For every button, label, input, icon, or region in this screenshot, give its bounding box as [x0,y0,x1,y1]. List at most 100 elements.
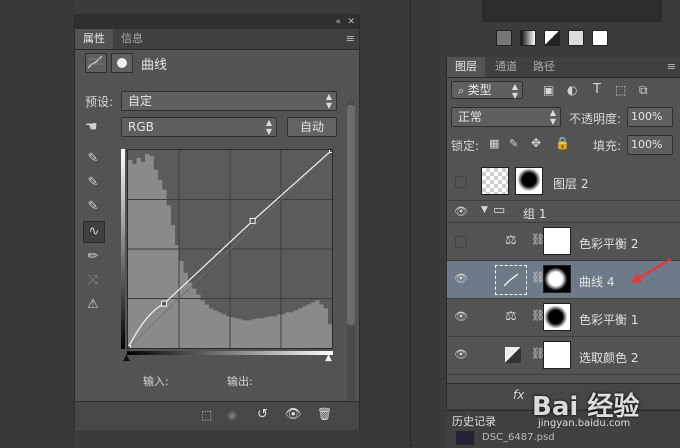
folder-icon: ▭ [493,203,506,218]
lock-transparent-icon[interactable]: ▦ [489,137,499,150]
layer-name: 色彩平衡 2 [579,237,639,251]
layer-row-selected[interactable]: 👁 ⛓ 曲线 4 [447,258,680,299]
lock-label: 锁定: [451,139,480,153]
layer-mask-thumbnail [543,227,571,255]
layer-row[interactable]: 👁 ⛓ 选取颜色 2 [447,337,680,375]
filter-adjustment-icon[interactable]: ◐ [567,83,577,97]
filter-value: 类型 [467,83,492,97]
histogram-bar [306,304,312,348]
collapse-icon[interactable]: « [335,15,341,29]
pencil-draw-icon[interactable]: ✏ [83,247,103,267]
tab-history[interactable]: 历史记录 [452,413,496,429]
filter-pixel-icon[interactable]: ▣ [543,83,554,97]
black-point-slider[interactable]: ▲ [123,353,130,363]
group-row[interactable]: 👁 ▼ ▭ 组 1 [447,201,680,223]
panel-menu-icon[interactable]: ≡ [346,32,355,45]
adjustment-selective-icon[interactable] [544,30,560,46]
layer-row[interactable]: 图层 2 [447,163,680,201]
histogram-bar [221,314,227,348]
histogram-bar [213,310,218,348]
tab-properties[interactable]: 属性 [75,29,113,49]
tab-info[interactable]: 信息 [113,29,151,49]
eye-icon[interactable]: 👁 [453,205,469,218]
lock-all-icon[interactable]: 🔒 [555,136,570,150]
visibility-eye-icon[interactable]: 👁 [285,407,302,422]
channel-dropdown[interactable]: RGB ▲ ▼ [121,117,277,137]
target-adjust-hand-icon[interactable]: ☚ [85,119,98,135]
adjustment-posterize-icon[interactable] [568,30,584,46]
panel-menu-icon[interactable]: ≡ [667,60,676,73]
dropdown-arrows-icon: ▲ ▼ [549,108,556,126]
lock-position-icon[interactable]: ✥ [531,136,541,150]
filter-shape-icon[interactable]: ⬚ [615,83,626,97]
visibility-off-icon[interactable] [455,236,467,248]
filter-type-icon[interactable]: T [593,82,601,97]
blend-mode-dropdown[interactable]: 正常 ▲ ▼ [451,107,561,127]
smooth-curve-icon[interactable]: ⤨ [83,271,103,291]
eyedropper-white-icon[interactable]: ✎ [83,197,103,217]
reset-icon[interactable]: ↺ [257,407,268,422]
output-gradient-bar [121,149,125,349]
histogram-bar [162,189,167,348]
curves-graph[interactable] [125,147,335,351]
tab-layers[interactable]: 图层 [447,57,485,77]
histogram-bar [251,319,256,348]
histogram-bar [323,308,329,348]
histogram-bar [170,225,176,348]
fx-icon[interactable]: fx [513,388,524,402]
curve-point-tool-icon[interactable]: ∿ [83,221,105,243]
histogram-bar [289,312,295,348]
eye-icon[interactable]: 👁 [453,310,469,323]
eye-icon[interactable]: 👁 [453,348,469,361]
filter-smart-icon[interactable]: ⧉ [639,83,648,98]
close-icon[interactable]: ✕ [347,15,355,29]
auto-button[interactable]: 自动 [287,117,337,137]
curves-adjustment-icon [85,53,107,73]
balance-scale-icon: ⚖ [505,233,517,248]
layers-panel: 图层 通道 路径 ≡ ⌕ 类型 ▲ ▼ ▣ ◐ T ⬚ ⧉ 正常 ▲ ▼ 不透明度:… [446,57,680,409]
tab-paths[interactable]: 路径 [525,57,563,77]
fill-field[interactable]: 100% [627,135,673,155]
dropdown-arrows-icon: ▲ ▼ [265,118,272,136]
histogram-bar [319,304,324,348]
clipping-warning-icon[interactable]: ⚠ [83,295,103,315]
eyedropper-black-icon[interactable]: ✎ [83,149,103,169]
histogram-bar [247,320,252,348]
adjustments-header [482,0,662,22]
curves-layer-icon [495,265,527,295]
opacity-field[interactable]: 100% [627,107,673,127]
mask-icon[interactable] [111,53,133,73]
visibility-off-icon[interactable] [455,176,467,188]
input-gradient-bar [127,351,333,355]
white-point-slider[interactable]: ▲ [325,353,332,363]
lock-image-icon[interactable]: ✎ [509,137,518,150]
adjustment-invert-icon[interactable] [592,30,608,46]
histogram-bar [259,318,265,348]
preset-dropdown[interactable]: 自定 ▲ ▼ [121,91,337,111]
view-previous-icon[interactable]: ◉ [227,408,237,422]
history-item[interactable]: DSC_6487.psd [482,432,555,443]
histogram-bar [242,320,248,348]
curves-chart[interactable] [125,147,335,351]
opacity-label: 不透明度: [569,112,622,126]
adjustment-threshold-icon[interactable] [496,30,512,46]
histogram-bar [128,159,133,348]
scrollbar-thumb[interactable] [347,105,355,325]
input-label: 输入: [143,375,169,388]
selective-color-icon [505,347,521,363]
tab-channels[interactable]: 通道 [487,57,525,77]
preset-label: 预设: [85,95,114,109]
curve-control-point [249,217,256,224]
adjustment-gradient-icon[interactable] [520,30,536,46]
eyedropper-gray-icon[interactable]: ✎ [83,173,103,193]
layer-name: 曲线 4 [579,275,615,289]
eye-icon[interactable]: 👁 [453,272,469,285]
search-icon: ⌕ [458,84,468,97]
chevron-down-icon[interactable]: ▼ [481,205,488,215]
clip-to-layer-icon[interactable]: ⬚ [201,408,212,422]
layer-row[interactable]: 👁 ⚖ ⛓ 色彩平衡 1 [447,299,680,337]
histogram-bar [327,324,333,348]
histogram-bar [268,316,273,348]
filter-dropdown[interactable]: ⌕ 类型 ▲ ▼ [451,81,523,100]
trash-icon[interactable]: 🗑 [317,407,332,421]
